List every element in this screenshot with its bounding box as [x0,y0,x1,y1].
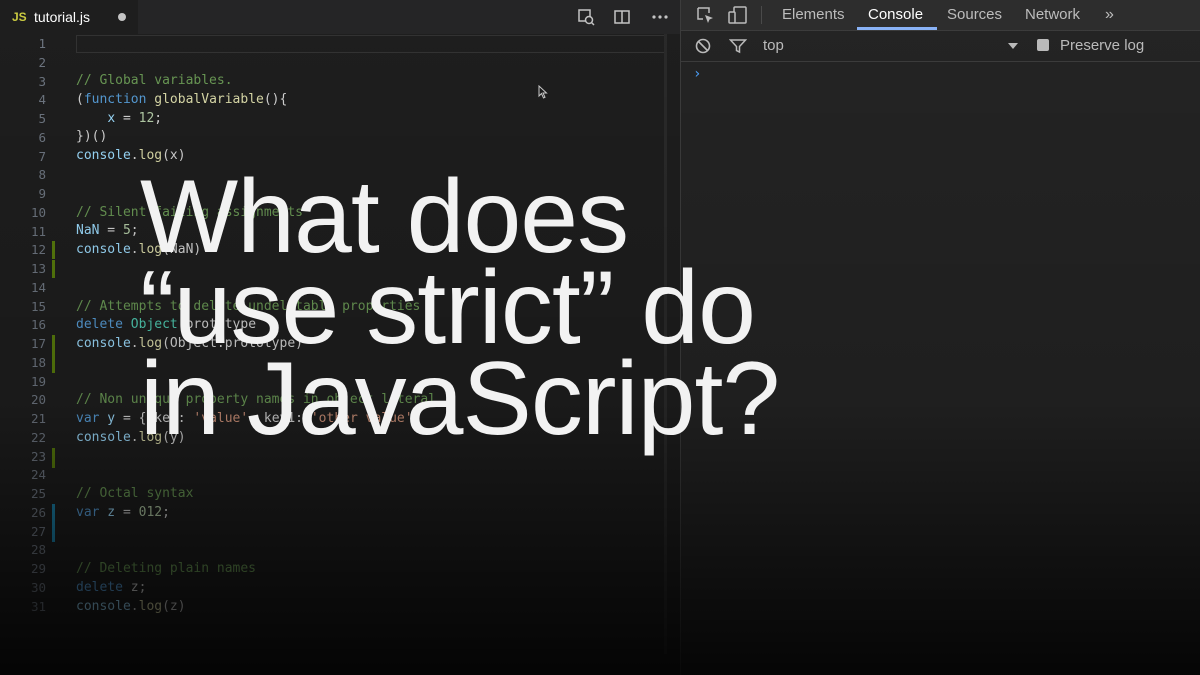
open-changes-icon[interactable] [576,7,596,27]
unsaved-dot-icon[interactable] [118,13,126,21]
line-number: 7 [38,148,46,164]
tab-elements[interactable]: Elements [782,0,845,30]
code-line-26: var z = 012; [76,505,170,520]
line-number: 19 [30,373,46,389]
git-modified-marker [52,335,55,373]
mouse-pointer-icon [538,85,548,99]
line-number: 18 [30,354,46,370]
line-number: 10 [30,204,46,220]
line-number: 1 [38,36,46,51]
line-number: 29 [30,561,46,576]
line-number: 24 [30,467,46,483]
line-number: 31 [30,598,46,614]
device-toolbar-icon[interactable] [727,5,749,25]
devtools-tab-bar: Elements Console Sources Network » [681,0,1200,31]
line-number: 5 [38,111,46,126]
editor-tab-bar: JS tutorial.js [0,0,680,34]
filter-icon[interactable] [729,38,747,54]
git-modified-marker [52,448,55,468]
line-number: 14 [30,279,46,295]
title-line-3: in JavaScript? [140,341,780,457]
line-number: 26 [30,504,46,520]
split-editor-icon[interactable] [612,7,632,27]
video-title-overlay: What does “use strict” do in JavaScript? [140,165,780,457]
console-toolbar: top Preserve log [681,31,1200,62]
line-number: 23 [30,448,46,464]
code-line-11: NaN = 5; [76,223,139,238]
current-line-highlight [76,35,666,53]
more-actions-icon[interactable] [650,7,670,27]
js-file-icon: JS [12,10,27,24]
preserve-log-checkbox[interactable] [1037,39,1049,51]
code-line-31: console.log(z) [76,599,186,614]
line-number: 30 [30,579,46,595]
git-modified-marker [52,241,55,259]
code-line-29: // Deleting plain names [76,561,257,576]
line-number: 27 [30,523,46,539]
line-number: 12 [30,242,46,258]
context-selector[interactable]: top [763,37,784,54]
line-number: 8 [38,167,46,183]
chevron-down-icon[interactable] [1007,42,1019,50]
tab-tutorial-js[interactable]: JS tutorial.js [0,0,138,34]
inspect-element-icon[interactable] [695,5,715,25]
line-number: 21 [30,411,46,426]
line-number: 13 [30,261,46,276]
tab-sources[interactable]: Sources [947,0,1002,30]
git-added-marker [52,504,55,542]
line-number: 16 [30,317,46,333]
line-number: 25 [30,486,46,501]
code-line-4: (function globalVariable(){ [76,92,288,107]
code-line-30: delete z; [76,580,147,595]
code-line-6: })() [76,129,108,144]
more-tabs-button[interactable]: » [1105,0,1114,30]
clear-console-icon[interactable] [695,38,711,54]
toolbar-divider [761,6,762,24]
git-modified-marker [52,260,55,278]
line-number: 20 [30,392,46,408]
code-line-25: // Octal syntax [76,486,194,501]
line-number: 2 [38,54,46,70]
console-prompt[interactable]: › [693,66,701,82]
tab-network[interactable]: Network [1025,0,1080,30]
tab-filename: tutorial.js [34,9,91,25]
line-number: 17 [30,336,46,351]
code-line-3: // Global variables. [76,73,233,88]
line-number: 28 [30,542,46,558]
line-number: 22 [30,429,46,445]
line-number: 3 [38,73,46,89]
line-number: 9 [38,186,46,201]
active-tab-indicator [857,27,937,30]
line-number: 6 [38,129,46,145]
line-number: 15 [30,298,46,314]
tab-console[interactable]: Console [868,0,923,30]
line-number: 11 [30,223,46,239]
code-line-5: x = 12; [107,111,163,126]
line-number: 4 [38,92,46,108]
preserve-log-label: Preserve log [1060,37,1145,54]
